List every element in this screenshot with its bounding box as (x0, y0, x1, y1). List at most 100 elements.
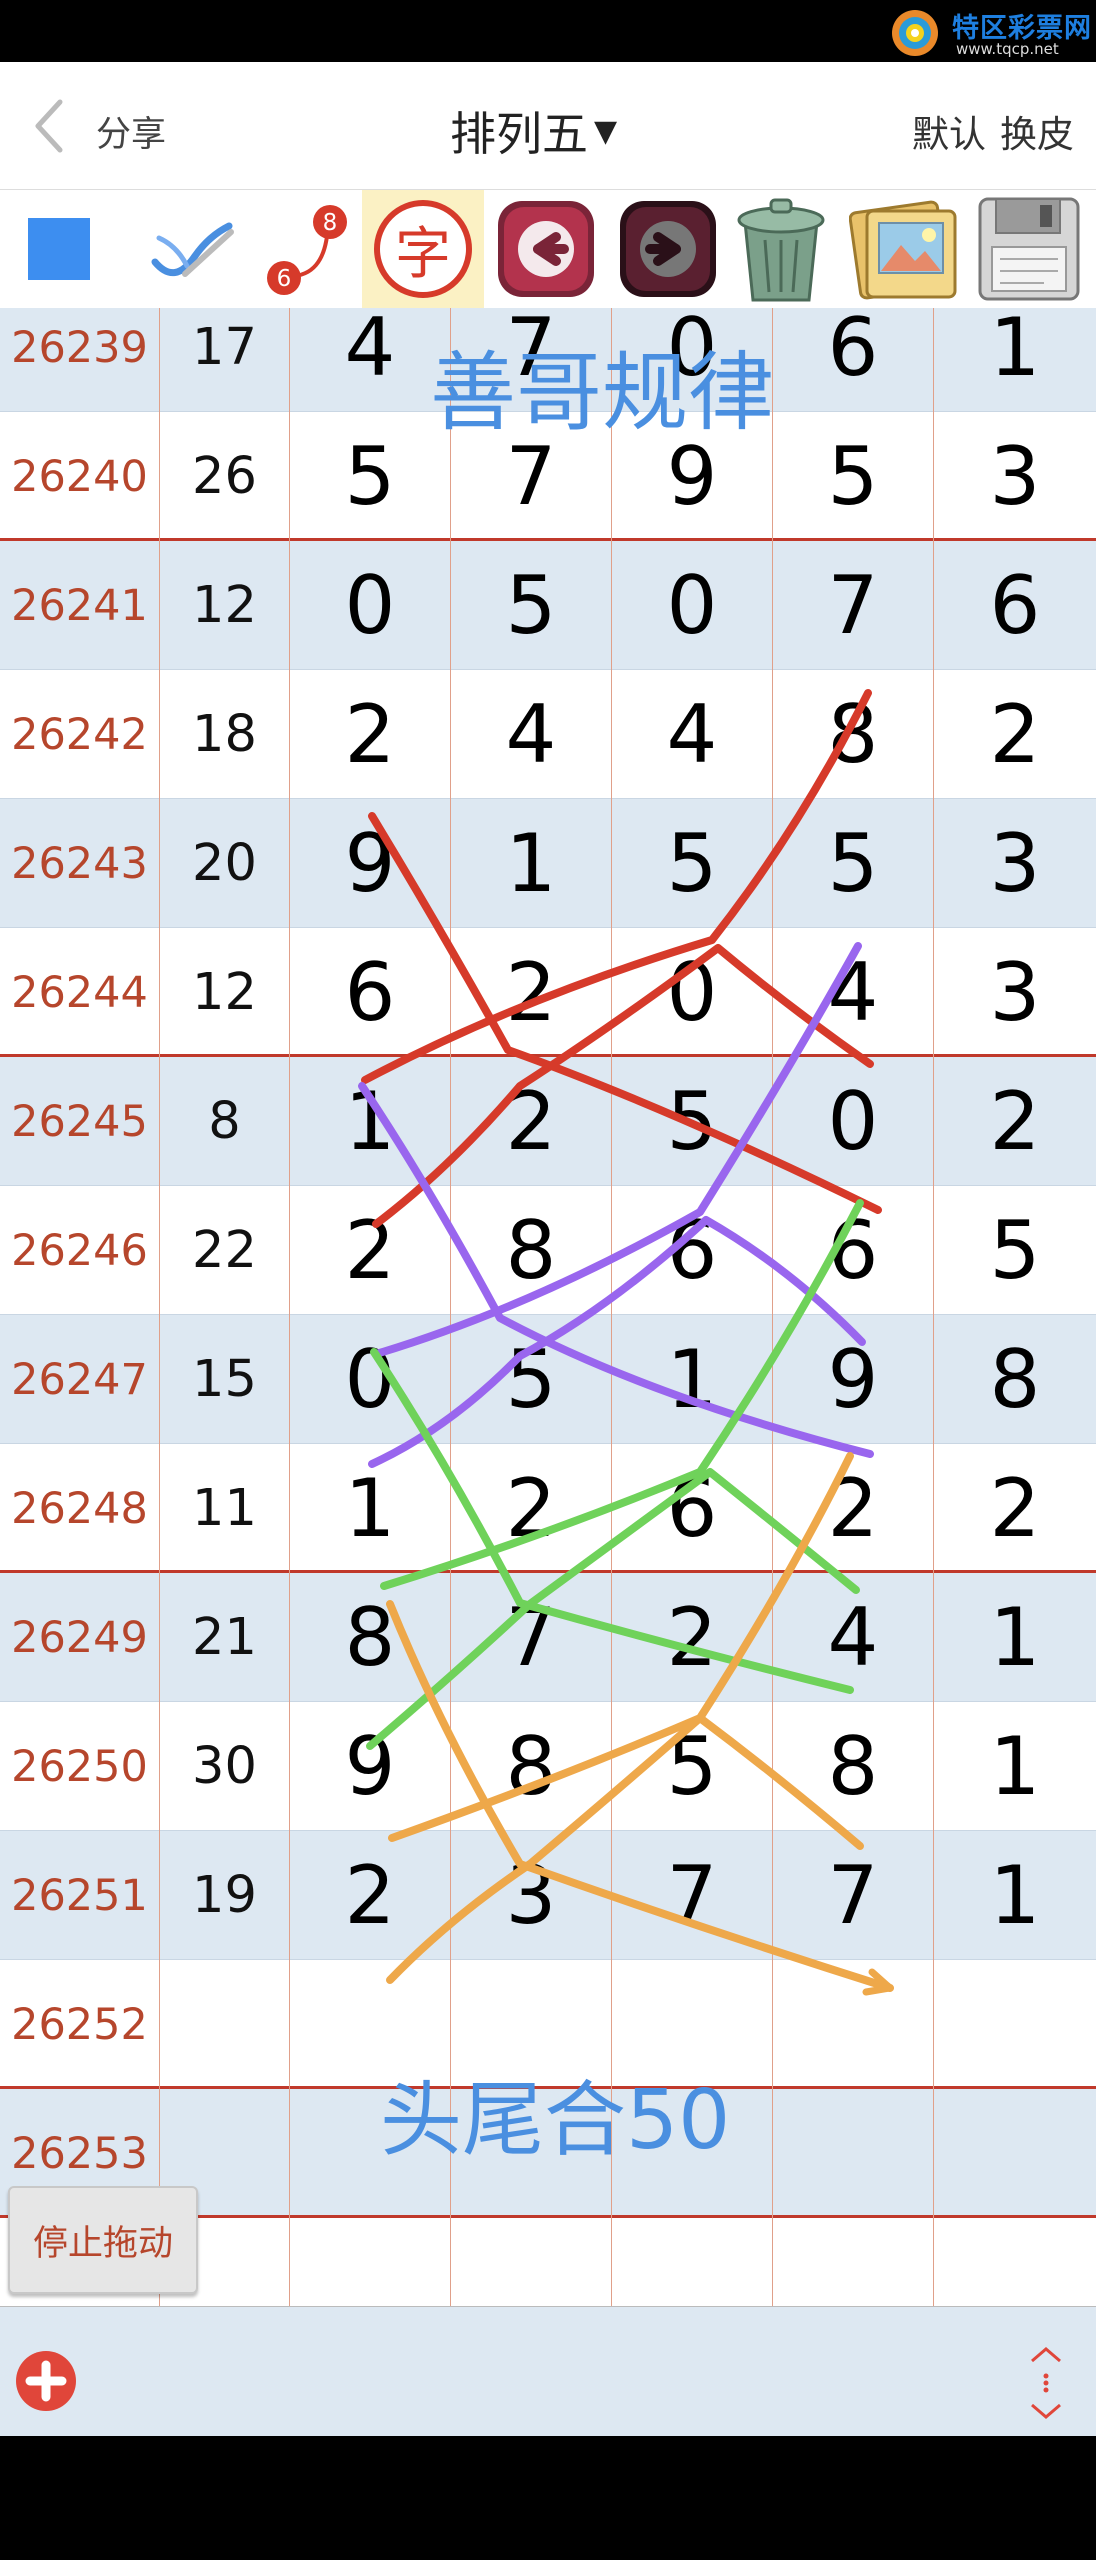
plus-circle-icon[interactable] (14, 2349, 78, 2413)
save-disk-icon[interactable] (968, 190, 1090, 308)
digit-cell[interactable]: 0 (290, 541, 451, 670)
issue-number: 26244 (0, 928, 160, 1057)
trash-icon[interactable] (722, 190, 840, 308)
default-skin-button[interactable]: 默认 (912, 104, 986, 158)
digit-cell[interactable]: 6 (612, 1186, 773, 1315)
digit-cell[interactable]: 2 (451, 1057, 612, 1186)
color-swatch (28, 218, 90, 280)
digit-cell[interactable]: 2 (612, 1573, 773, 1702)
digit-cell[interactable] (612, 2218, 773, 2306)
page-title[interactable]: 排列五 ▼ (450, 98, 617, 164)
link-from-label: 6 (277, 266, 292, 292)
digit-cell[interactable]: 0 (773, 1057, 934, 1186)
digit-cell[interactable]: 3 (934, 799, 1096, 928)
digit-cell[interactable]: 5 (451, 541, 612, 670)
digit-cell[interactable]: 2 (290, 670, 451, 799)
table-row: 26248 11 1 2 6 2 2 (0, 1444, 1096, 1573)
digit-cell[interactable]: 6 (612, 1444, 773, 1573)
digit-cell[interactable]: 1 (290, 1057, 451, 1186)
digit-cell[interactable]: 8 (773, 1702, 934, 1831)
stop-drag-button[interactable]: 停止拖动 (8, 2186, 198, 2294)
character-icon[interactable]: 字 (362, 190, 484, 308)
digit-cell[interactable]: 9 (773, 1315, 934, 1444)
digit-cell[interactable] (290, 2218, 451, 2306)
digit-cell[interactable]: 5 (773, 412, 934, 541)
digit-cell[interactable]: 6 (773, 1186, 934, 1315)
digit-cell[interactable]: 1 (934, 1702, 1096, 1831)
digit-cell[interactable]: 5 (773, 799, 934, 928)
issue-number: 26250 (0, 1702, 160, 1831)
digit-cell[interactable]: 2 (934, 1057, 1096, 1186)
digit-cell[interactable]: 5 (612, 799, 773, 928)
digit-cell[interactable]: 1 (612, 1315, 773, 1444)
digit-cell[interactable]: 1 (934, 308, 1096, 412)
issue-number: 26246 (0, 1186, 160, 1315)
digit-cell[interactable] (773, 1960, 934, 2089)
digit-cell[interactable]: 2 (290, 1831, 451, 1960)
toolbar: 6 8 字 (0, 190, 1096, 308)
digit-cell[interactable]: 2 (934, 1444, 1096, 1573)
digit-cell[interactable]: 5 (451, 1315, 612, 1444)
table-row: 26242 18 2 4 4 8 2 (0, 670, 1096, 799)
digit-cell[interactable]: 6 (934, 541, 1096, 670)
digit-cell[interactable]: 5 (612, 1057, 773, 1186)
back-chevron-icon[interactable] (28, 96, 72, 156)
digit-cell[interactable] (934, 2089, 1096, 2218)
digit-cell[interactable]: 1 (934, 1831, 1096, 1960)
gallery-graphic (849, 200, 957, 300)
blue-square-icon[interactable] (14, 190, 104, 308)
digit-cell[interactable]: 5 (612, 1702, 773, 1831)
expand-vertical-icon[interactable] (1026, 2345, 1066, 2421)
table-row: 26247 15 0 5 1 9 8 (0, 1315, 1096, 1444)
digit-cell[interactable]: 2 (773, 1444, 934, 1573)
digit-cell[interactable]: 1 (451, 799, 612, 928)
digit-cell[interactable] (773, 2218, 934, 2306)
digit-cell[interactable] (934, 1960, 1096, 2089)
change-skin-button[interactable]: 换皮 (1000, 104, 1074, 158)
digit-cell[interactable]: 1 (290, 1444, 451, 1573)
digit-cell[interactable]: 8 (451, 1702, 612, 1831)
digit-cell[interactable] (773, 2089, 934, 2218)
digit-cell[interactable]: 4 (451, 670, 612, 799)
digit-cell[interactable]: 1 (934, 1573, 1096, 1702)
digit-cell[interactable] (451, 2218, 612, 2306)
share-button[interactable]: 分享 (96, 106, 166, 157)
digit-cell[interactable]: 4 (773, 928, 934, 1057)
pen-check-icon[interactable] (132, 190, 252, 308)
digit-cell[interactable]: 7 (451, 1573, 612, 1702)
digit-cell[interactable]: 2 (451, 928, 612, 1057)
gallery-icon[interactable] (844, 190, 966, 308)
arrow-left-icon[interactable] (490, 190, 602, 308)
digit-cell[interactable]: 4 (773, 1573, 934, 1702)
digit-cell[interactable]: 0 (290, 1315, 451, 1444)
table-row: 26249 21 8 7 2 4 1 (0, 1573, 1096, 1702)
digit-cell[interactable]: 3 (934, 928, 1096, 1057)
digit-cell[interactable]: 8 (934, 1315, 1096, 1444)
digit-cell[interactable]: 8 (290, 1573, 451, 1702)
digit-cell[interactable]: 3 (934, 412, 1096, 541)
digit-cell[interactable]: 3 (451, 1831, 612, 1960)
digit-cell[interactable]: 8 (773, 670, 934, 799)
arrow-right-icon[interactable] (612, 190, 724, 308)
number-board[interactable]: 26239 17 4 7 0 6 1 26240 26 5 7 9 5 3 26241 12 0 5 0 7 6 2624… (0, 308, 1096, 2306)
digit-cell[interactable]: 7 (612, 1831, 773, 1960)
digit-cell[interactable]: 0 (612, 541, 773, 670)
digit-cell[interactable]: 0 (612, 928, 773, 1057)
digit-cell[interactable]: 2 (451, 1444, 612, 1573)
issue-number: 26243 (0, 799, 160, 928)
digit-cell[interactable]: 8 (451, 1186, 612, 1315)
digit-cell[interactable]: 7 (773, 541, 934, 670)
digit-cell[interactable]: 7 (773, 1831, 934, 1960)
digit-cell[interactable]: 2 (290, 1186, 451, 1315)
digit-cell[interactable]: 5 (290, 412, 451, 541)
digit-cell[interactable]: 2 (934, 670, 1096, 799)
digit-cell[interactable]: 9 (290, 799, 451, 928)
digit-cell[interactable]: 4 (290, 308, 451, 412)
digit-cell[interactable]: 9 (290, 1702, 451, 1831)
digit-cell[interactable]: 4 (612, 670, 773, 799)
digit-cell[interactable]: 5 (934, 1186, 1096, 1315)
number-link-icon[interactable]: 6 8 (254, 190, 358, 308)
digit-cell[interactable]: 6 (773, 308, 934, 412)
digit-cell[interactable] (934, 2218, 1096, 2306)
digit-cell[interactable]: 6 (290, 928, 451, 1057)
